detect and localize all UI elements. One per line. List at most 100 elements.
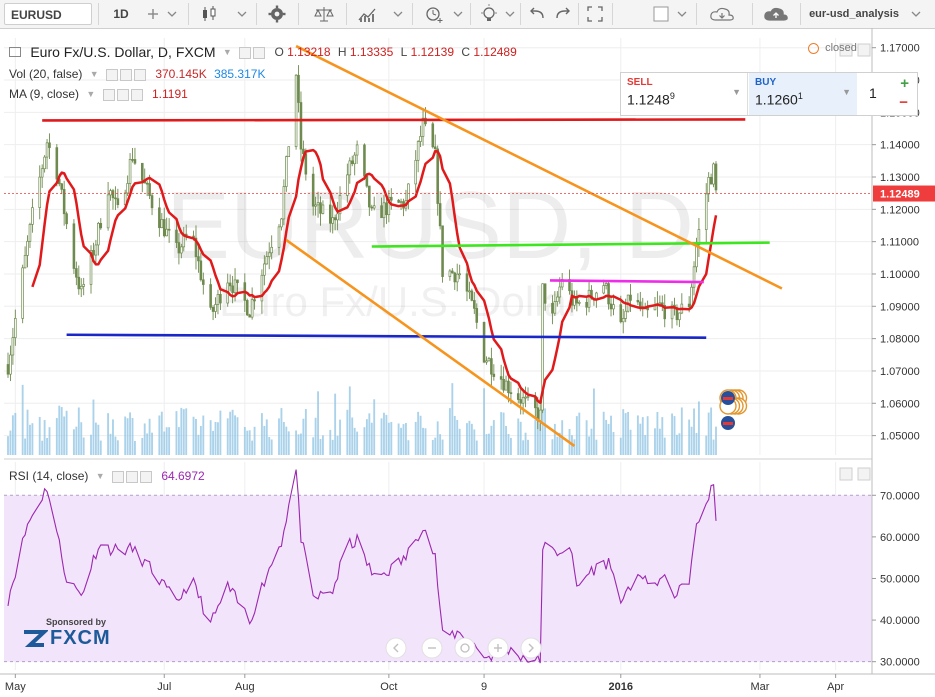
snapshot-dropdown-button[interactable] <box>674 3 690 25</box>
layout-name[interactable]: eur-usd_analysis <box>806 3 902 25</box>
volume-bar <box>38 416 41 455</box>
interval-dropdown-button[interactable] <box>164 3 180 25</box>
volume-bar <box>441 439 444 455</box>
volume-bar <box>453 415 456 455</box>
chevron-down-icon <box>911 11 921 17</box>
volume-bar <box>509 437 512 455</box>
legend-expand-icon[interactable] <box>9 47 21 57</box>
volume-dropdown-icon[interactable]: ▼ <box>90 69 99 79</box>
clock-icon <box>808 42 819 54</box>
buy-dropdown-icon[interactable]: ▼ <box>842 87 851 97</box>
pane-minimize-button[interactable] <box>857 467 871 481</box>
sell-dropdown-icon[interactable]: ▼ <box>732 87 741 97</box>
eye-icon[interactable] <box>102 88 115 101</box>
candle-body <box>231 285 234 293</box>
alert-button[interactable] <box>422 3 446 25</box>
interval-button[interactable]: 1D <box>104 3 138 25</box>
close-icon[interactable] <box>130 88 143 101</box>
time-tick-label: Mar <box>750 681 769 693</box>
candle-body <box>175 229 178 243</box>
cloud-load-icon <box>710 7 734 21</box>
quantity-value[interactable]: 1 <box>869 85 877 101</box>
candle-body <box>573 297 576 306</box>
close-icon[interactable] <box>139 470 152 483</box>
series-controls[interactable] <box>239 45 267 59</box>
candle-body <box>270 246 273 254</box>
candle-body <box>363 144 366 177</box>
add-compare-button[interactable] <box>145 3 161 25</box>
ideas-dropdown-button[interactable] <box>502 3 518 25</box>
sponsor-logo[interactable]: Sponsored by FXCM <box>20 617 130 651</box>
volume-bar <box>9 430 12 455</box>
event-markers[interactable] <box>719 389 748 430</box>
chart-type-dropdown-button[interactable] <box>234 3 250 25</box>
sell-button[interactable]: SELL 1.12489 ▼ <box>621 73 748 115</box>
gear-icon[interactable] <box>125 470 138 483</box>
cloud-save-icon <box>764 7 788 21</box>
ohlc-o-label: O <box>274 45 284 59</box>
volume-bar <box>168 427 171 455</box>
volume-bar <box>43 420 46 455</box>
volume-bar <box>317 391 319 455</box>
buy-button[interactable]: BUY 1.12601 ▼ <box>749 73 857 115</box>
pane-minimize-button[interactable] <box>857 43 871 57</box>
chart-type-button[interactable] <box>198 3 220 25</box>
candle-body <box>82 284 85 287</box>
load-layout-button[interactable] <box>706 3 740 25</box>
rsi-dropdown-icon[interactable]: ▼ <box>96 471 105 481</box>
volume-bar <box>251 440 254 455</box>
alert-dropdown-button[interactable] <box>450 3 466 25</box>
volume-bar <box>82 437 85 455</box>
volume-bars <box>7 383 717 455</box>
fullscreen-button[interactable] <box>584 3 606 25</box>
candle-body <box>314 204 317 207</box>
ma-dropdown-icon[interactable]: ▼ <box>86 89 95 99</box>
volume-bar <box>380 418 383 455</box>
volume-bar <box>107 413 110 455</box>
volume-bar <box>163 431 166 455</box>
ma-controls[interactable] <box>102 87 145 101</box>
indicators-dropdown-button[interactable] <box>390 3 406 25</box>
buy-label: BUY <box>755 77 777 88</box>
candle-body <box>106 194 110 229</box>
redo-button[interactable] <box>552 3 574 25</box>
undo-button[interactable] <box>526 3 548 25</box>
volume-bar <box>297 434 300 455</box>
indicators-button[interactable] <box>356 3 380 25</box>
compare-scales-button[interactable] <box>312 3 336 25</box>
watermark-symbol: EURUSD, D <box>166 172 694 279</box>
rsi-value: 64.6972 <box>161 468 205 483</box>
chart-canvas[interactable]: EURUSD, D Euro Fx/U.S. Dollar 1.17000 1.1… <box>0 28 935 697</box>
rsi-controls[interactable] <box>111 469 154 483</box>
eye-icon[interactable] <box>105 68 118 81</box>
volume-bar <box>234 415 236 455</box>
series-dropdown-icon[interactable]: ▼ <box>223 47 232 57</box>
gear-icon[interactable] <box>253 46 266 59</box>
quantity-increase-button[interactable]: + <box>900 75 909 92</box>
volume-bar <box>356 431 359 455</box>
settings-button[interactable] <box>266 3 288 25</box>
save-layout-button[interactable] <box>760 3 794 25</box>
ideas-button[interactable] <box>478 3 500 25</box>
volume-bar <box>304 409 307 455</box>
plus-icon <box>148 9 158 19</box>
volume-bar <box>373 399 376 455</box>
candle-body <box>609 303 613 310</box>
eye-icon[interactable] <box>111 470 124 483</box>
candle-body <box>558 286 562 298</box>
volume-bar <box>24 438 27 455</box>
volume-bar <box>295 430 298 455</box>
volume-bar <box>94 422 97 455</box>
close-icon[interactable] <box>133 68 146 81</box>
symbol-search-field[interactable]: EURUSD <box>4 3 92 25</box>
quantity-stepper[interactable]: 1 + − <box>861 73 915 115</box>
volume-bar <box>500 412 503 455</box>
volume-controls[interactable] <box>105 67 148 81</box>
layout-dropdown-button[interactable] <box>908 3 924 25</box>
gear-icon[interactable] <box>116 88 129 101</box>
eye-icon[interactable] <box>239 46 252 59</box>
pane-maximize-button[interactable] <box>839 467 853 481</box>
snapshot-button[interactable] <box>650 3 672 25</box>
quantity-decrease-button[interactable]: − <box>899 94 908 111</box>
gear-icon[interactable] <box>119 68 132 81</box>
